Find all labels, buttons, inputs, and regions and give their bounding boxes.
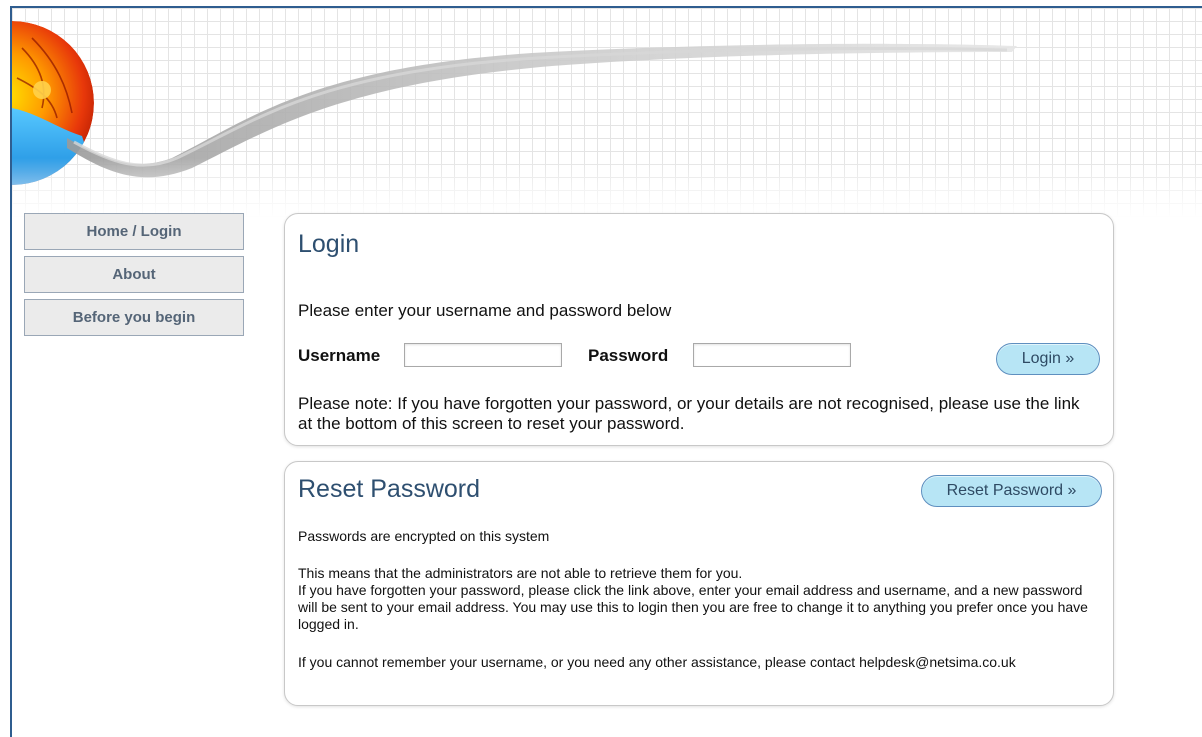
nav-item-about[interactable]: About (24, 256, 244, 293)
password-label: Password (588, 346, 669, 365)
reset-password-title: Reset Password (298, 475, 481, 503)
login-intro: Please enter your username and password … (298, 301, 672, 320)
password-input[interactable] (693, 343, 851, 367)
page-frame: Home / Login About Before you begin Logi… (10, 6, 1202, 737)
encryption-text: Passwords are encrypted on this system (298, 528, 550, 544)
admins-text: This means that the administrators are n… (298, 565, 743, 581)
login-note: Please note: If you have forgotten your … (298, 394, 1080, 433)
reset-password-panel: Reset Password Reset Password » Password… (284, 461, 1114, 706)
nav-item-before-you-begin[interactable]: Before you begin (24, 299, 244, 336)
username-input[interactable] (404, 343, 562, 367)
header-banner (12, 8, 1202, 218)
nav-item-home-login[interactable]: Home / Login (24, 213, 244, 250)
sidebar-nav: Home / Login About Before you begin (24, 213, 246, 342)
forgotten-text: If you have forgotten your password, ple… (298, 582, 1088, 632)
login-button[interactable]: Login » (996, 343, 1100, 375)
login-title: Login (298, 230, 360, 258)
reset-password-button[interactable]: Reset Password » (921, 475, 1102, 507)
login-panel: Login Please enter your username and pas… (284, 213, 1114, 446)
banner-fade (12, 158, 1202, 218)
username-label: Username (298, 346, 381, 365)
contact-text: If you cannot remember your username, or… (298, 654, 1016, 670)
